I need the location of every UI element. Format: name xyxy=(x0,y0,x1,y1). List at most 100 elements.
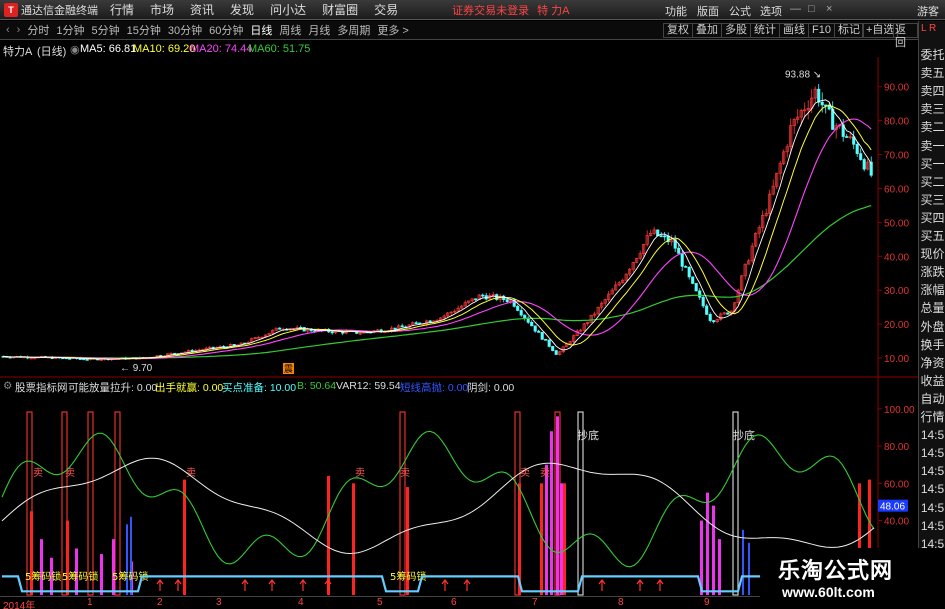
period-60min[interactable]: 60分钟 xyxy=(209,22,243,38)
candle-body xyxy=(677,247,681,254)
mark-button[interactable]: 标记 xyxy=(834,23,864,38)
side-tab-0[interactable]: 委托 xyxy=(919,48,945,63)
candle-body xyxy=(708,314,712,321)
side-tab-16[interactable]: 换手 xyxy=(919,338,945,353)
side-tab-11[interactable]: 现价 xyxy=(919,247,945,262)
candle-body xyxy=(862,159,866,170)
menu-discover[interactable]: 发现 xyxy=(230,1,254,18)
period-tick[interactable]: 分时 xyxy=(27,22,49,38)
buy-signal-bar xyxy=(352,483,355,595)
side-tab-6[interactable]: 买一 xyxy=(919,157,945,172)
side-tab-1[interactable]: 卖五 xyxy=(919,66,945,81)
menu-trade[interactable]: 交易 xyxy=(374,1,398,18)
side-tab-10[interactable]: 买五 xyxy=(919,229,945,244)
period-15min[interactable]: 15分钟 xyxy=(127,22,161,38)
nav-forward-icon[interactable]: › xyxy=(17,24,21,36)
draw-line-button[interactable]: 画线 xyxy=(779,23,809,38)
side-tab-5[interactable]: 卖一 xyxy=(919,139,945,154)
menu-functions[interactable]: 功能 xyxy=(665,3,687,19)
side-tab-8[interactable]: 买三 xyxy=(919,193,945,208)
side-tab-21[interactable]: 14:5 xyxy=(919,428,945,443)
side-tab-17[interactable]: 净资 xyxy=(919,356,945,371)
sell-label-6: 卖 xyxy=(540,467,550,479)
quote-side-panel: L R 委托卖五卖四卖三卖二卖一买一买二买三买四买五现价涨跌涨幅总量外盘换手净资收… xyxy=(918,21,945,609)
app-title: 通达信金融终端 xyxy=(21,4,98,17)
signal-bar xyxy=(114,411,121,596)
candle-body xyxy=(684,266,688,268)
side-lr-toggle[interactable]: L R xyxy=(921,23,936,34)
indicator-item-3: 买点准备: 10.00 xyxy=(222,382,297,394)
indicator-axis: 100.0080.0060.0040.0020.0048.06 xyxy=(878,405,915,565)
login-notice[interactable]: 证券交易未登录 xyxy=(452,2,529,18)
side-tab-9[interactable]: 买四 xyxy=(919,211,945,226)
indicator-item-1: 可能放量拉升: 0.00 xyxy=(68,382,158,394)
blue-spike-bar xyxy=(126,524,128,595)
menu-market[interactable]: 市场 xyxy=(150,1,174,18)
side-tab-7[interactable]: 买二 xyxy=(919,175,945,190)
side-tab-20[interactable]: 行情 xyxy=(919,410,945,425)
chart-grid xyxy=(0,57,918,596)
app-logo: T xyxy=(4,2,18,17)
lock-label-1: 5筹码锁 xyxy=(62,570,98,583)
stats-button[interactable]: 统计 xyxy=(750,23,780,38)
overlay-button[interactable]: 叠加 xyxy=(692,23,722,38)
close-icon[interactable]: × xyxy=(826,3,832,15)
candle-body xyxy=(831,108,835,130)
side-tab-14[interactable]: 总量 xyxy=(919,301,945,316)
side-tab-3[interactable]: 卖三 xyxy=(919,102,945,117)
menu-quotes[interactable]: 行情 xyxy=(110,1,134,18)
multi-stock-button[interactable]: 多股 xyxy=(721,23,751,38)
period-5min[interactable]: 5分钟 xyxy=(91,22,119,38)
menu-options[interactable]: 选项 xyxy=(760,3,782,19)
eye-icon[interactable]: ◉ xyxy=(70,43,80,56)
side-tab-23[interactable]: 14:5 xyxy=(919,464,945,479)
side-tab-2[interactable]: 卖四 xyxy=(919,84,945,99)
f10-button[interactable]: F10 xyxy=(808,23,835,38)
side-tab-12[interactable]: 涨跌 xyxy=(919,265,945,280)
menu-news[interactable]: 资讯 xyxy=(190,1,214,18)
side-tab-26[interactable]: 14:5 xyxy=(919,519,945,534)
nav-back-icon[interactable]: ‹ xyxy=(6,24,10,36)
lock-label-0: 5筹码锁 xyxy=(25,570,61,583)
up-arrow-icon xyxy=(324,579,332,591)
side-tab-19[interactable]: 自动 xyxy=(919,392,945,407)
kline-chart[interactable]: 90.00 80.00 70.00 60.00 50.00 40.00 30.00 20.00… xyxy=(0,57,918,596)
minimize-icon[interactable]: — xyxy=(790,3,801,15)
low-price-label: ← 9.70 xyxy=(120,363,153,374)
date-tick-3: 3 xyxy=(216,597,222,608)
volume-spike-bar xyxy=(40,539,43,595)
period-30min[interactable]: 30分钟 xyxy=(168,22,202,38)
indicator-settings-icon[interactable]: ⚙ xyxy=(3,380,12,392)
period-multi[interactable]: 多周期 xyxy=(337,22,370,38)
up-arrow-icon xyxy=(241,579,249,591)
side-tab-18[interactable]: 收益 xyxy=(919,374,945,389)
indicator-name[interactable]: 股票指标网 xyxy=(15,380,68,395)
side-tab-22[interactable]: 14:5 xyxy=(919,446,945,461)
ma60-value: MA60: 51.75 xyxy=(248,43,311,55)
ma5-value: MA5: 66.81 xyxy=(80,43,137,55)
menu-assistant[interactable]: 问小达 xyxy=(270,1,306,18)
candle-body xyxy=(544,338,548,341)
period-daily[interactable]: 日线 xyxy=(250,22,272,38)
signal-bar xyxy=(399,411,406,596)
up-arrow-icon xyxy=(598,579,606,591)
candle-body xyxy=(533,325,537,332)
side-tab-25[interactable]: 14:5 xyxy=(919,501,945,516)
maximize-icon[interactable]: □ xyxy=(808,3,815,15)
price-tick-label: 20.00 xyxy=(884,320,909,331)
period-1min[interactable]: 1分钟 xyxy=(56,22,84,38)
adjust-button[interactable]: 复权 xyxy=(663,23,693,38)
menu-layout[interactable]: 版面 xyxy=(697,3,719,19)
side-tab-24[interactable]: 14:5 xyxy=(919,482,945,497)
menu-wealth[interactable]: 财富圈 xyxy=(322,1,358,18)
period-monthly[interactable]: 月线 xyxy=(308,22,330,38)
menu-formula[interactable]: 公式 xyxy=(729,3,751,19)
side-tab-15[interactable]: 外盘 xyxy=(919,320,945,335)
period-weekly[interactable]: 周线 xyxy=(279,22,301,38)
side-tab-13[interactable]: 涨幅 xyxy=(919,283,945,298)
period-more[interactable]: 更多 > xyxy=(377,22,408,38)
side-tab-4[interactable]: 卖二 xyxy=(919,120,945,135)
back-button[interactable]: 返回 xyxy=(893,23,918,49)
guest-user[interactable]: 游客 xyxy=(917,3,939,19)
volume-spike-bar xyxy=(112,539,115,595)
